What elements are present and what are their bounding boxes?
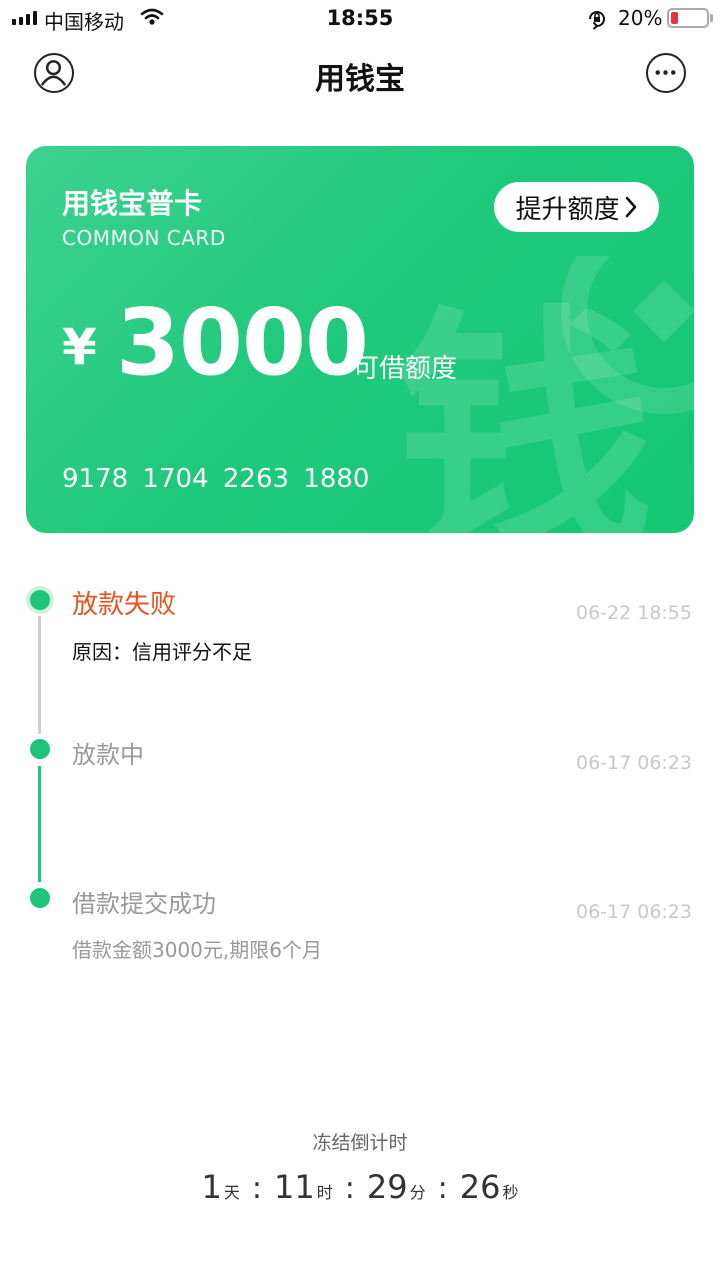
navigation-bar: 用钱宝 [0,42,720,106]
coin-watermark-icon: 钱 [394,256,694,533]
upgrade-limit-button[interactable]: 提升额度 [494,182,659,232]
timeline-item-time: 06-17 06:23 [575,901,692,923]
countdown-label: 冻结倒计时 [312,1132,408,1154]
upgrade-limit-label: 提升额度 [515,194,620,225]
countdown-separator: : [437,1171,448,1206]
timeline-item-title: 借款提交成功 [72,890,216,918]
orientation-lock-icon [586,8,608,34]
card-name: 用钱宝普卡 [62,187,203,220]
more-icon [655,70,676,75]
battery-icon [667,8,709,28]
countdown-timer: 1 天 : 11 时 : 29 分 : 26 秒 [0,1168,720,1206]
countdown-days-unit: 天 [223,1183,240,1202]
credit-amount-label: 可借额度 [353,354,458,384]
timeline-item-time: 06-17 06:23 [575,752,692,774]
battery-level [671,12,678,24]
status-time: 18:55 [326,6,394,30]
countdown-days: 1 [201,1168,222,1206]
timeline-item-desc: 原因：信用评分不足 [72,640,252,664]
countdown-minutes: 29 [366,1168,408,1206]
timeline-item-time: 06-22 18:55 [575,602,692,624]
countdown-separator: : [251,1171,263,1206]
more-button[interactable] [646,53,686,93]
status-bar: 中国移动 18:55 20% [0,0,720,38]
countdown-hours: 11 [274,1168,315,1206]
chevron-right-icon [625,196,636,218]
timeline-dot [30,739,50,759]
countdown-minutes-unit: 分 [409,1183,426,1202]
countdown-hours-unit: 时 [316,1183,333,1202]
timeline-dot [30,590,50,610]
countdown-seconds-unit: 秒 [502,1183,519,1202]
timeline-item-title: 放款失败 [72,590,177,620]
credit-card: 钱 用钱宝普卡 COMMON CARD 提升额度 ¥ 3000 可借额度 917… [26,146,694,533]
currency-symbol: ¥ [62,318,97,376]
timeline-dot [30,888,50,908]
timeline-item-desc: 借款金额3000元,期限6个月 [72,938,322,962]
timeline-connector [38,766,41,882]
card-subtitle: COMMON CARD [62,226,226,250]
timeline-connector [38,616,41,734]
card-number: 9178 1704 2263 1880 [62,464,370,494]
timeline-item-title: 放款中 [72,741,144,769]
countdown-seconds: 26 [459,1168,501,1206]
background-glyph: 钱 [394,286,654,533]
credit-amount: 3000 [116,289,369,396]
battery-cap [710,14,713,22]
page-title: 用钱宝 [315,62,405,97]
countdown-separator: : [344,1171,355,1206]
battery-percent: 20% [618,6,663,30]
